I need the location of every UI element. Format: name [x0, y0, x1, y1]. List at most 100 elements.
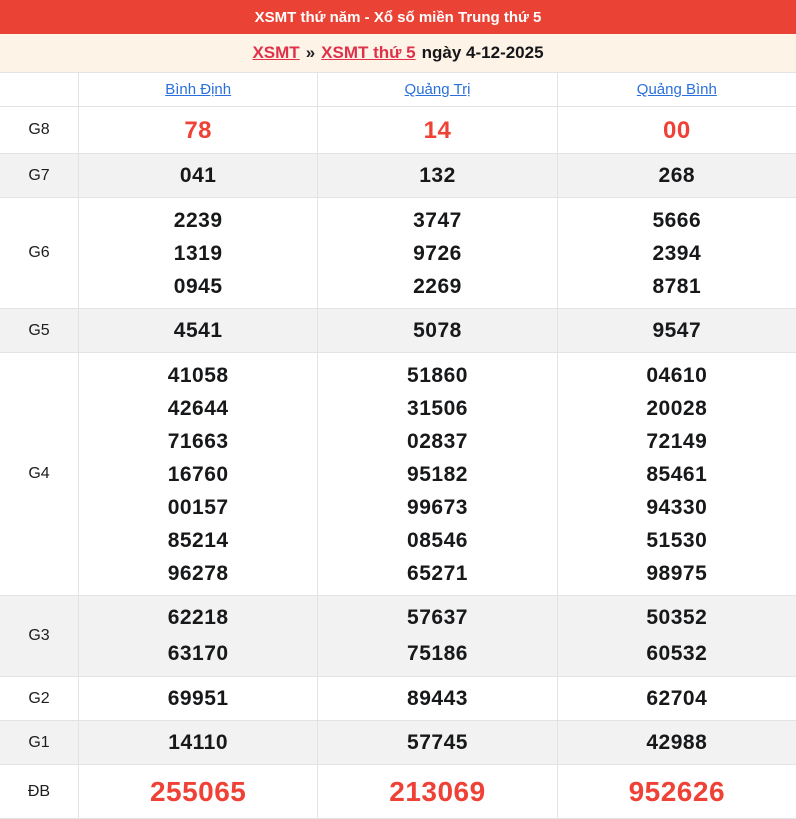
corner-cell: [0, 73, 78, 106]
prize-number: 3747: [413, 208, 462, 232]
breadcrumb-link-xsmt[interactable]: XSMT: [252, 43, 299, 63]
prize-values-cell: 04610 20028 72149 85461 94330 51530 98975: [556, 353, 796, 595]
prize-label: G4: [28, 465, 50, 482]
prize-number: 14: [423, 116, 452, 144]
banner-title: XSMT thứ năm - Xổ số miền Trung thứ 5: [254, 8, 542, 26]
prize-number: 62218: [167, 606, 229, 629]
prize-number: 57745: [407, 731, 468, 754]
prize-values-cell: 3747 9726 2269: [317, 198, 556, 308]
prize-label: G3: [28, 627, 50, 644]
table-header-row: Bình Định Quảng Trị Quảng Bình: [0, 73, 796, 107]
prize-number: 71663: [167, 429, 229, 453]
prize-label: G2: [28, 689, 50, 707]
prize-number: 4541: [173, 319, 223, 342]
prize-values-cell: 62218 63170: [78, 596, 317, 676]
prize-values-cell: 57637 75186: [317, 596, 556, 676]
prize-row-g8: G8 78 14 00: [0, 107, 796, 154]
prize-number: 16760: [167, 462, 229, 486]
prize-number: 51860: [407, 363, 468, 387]
prize-number: 20028: [646, 396, 708, 420]
prize-number: 952626: [628, 775, 726, 807]
prize-values-cell: 952626: [556, 765, 796, 818]
prize-values-cell: 50352 60532: [556, 596, 796, 676]
prize-values-cell: 00: [556, 107, 796, 153]
prize-number: 42988: [646, 731, 708, 754]
prize-number: 51530: [646, 528, 708, 552]
prize-number: 9547: [652, 319, 702, 342]
prize-values-cell: 62704: [556, 677, 796, 720]
prize-number: 89443: [407, 687, 468, 710]
prize-values-cell: 57745: [317, 721, 556, 764]
prize-number: 69951: [167, 687, 229, 710]
prize-row-g6: G6 2239 1319 0945 3747 9726 2269 5666 2394 8781: [0, 198, 796, 309]
province-header-cell: Bình Định: [78, 73, 317, 106]
prize-values-cell: 5078: [317, 309, 556, 352]
prize-row-g2: G2 69951 89443 62704: [0, 677, 796, 721]
prize-number: 85214: [167, 528, 229, 552]
prize-values-cell: 4541: [78, 309, 317, 352]
prize-row-g3: G3 62218 63170 57637 75186 50352 60532: [0, 596, 796, 677]
prize-row-g5: G5 4541 5078 9547: [0, 309, 796, 353]
prize-number: 00: [662, 116, 691, 144]
prize-values-cell: 9547: [556, 309, 796, 352]
prize-values-cell: 69951: [78, 677, 317, 720]
prize-label: ĐB: [27, 782, 51, 800]
prize-number: 2269: [413, 274, 462, 298]
prize-number: 75186: [407, 642, 468, 665]
prize-number: 268: [658, 164, 696, 187]
prize-values-cell: 5666 2394 8781: [556, 198, 796, 308]
prize-values-cell: 14: [317, 107, 556, 153]
prize-row-g7: G7 041 132 268: [0, 154, 796, 198]
prize-number: 42644: [167, 396, 229, 420]
prize-number: 255065: [149, 775, 247, 807]
prize-number: 2394: [652, 241, 702, 265]
prize-row-g4: G4 41058 42644 71663 16760 00157 85214 96278 518…: [0, 353, 796, 596]
breadcrumb-separator: »: [305, 43, 316, 62]
prize-number: 63170: [167, 642, 229, 665]
prize-number: 95182: [407, 462, 468, 486]
prize-number: 62704: [646, 687, 708, 710]
prize-values-cell: 213069: [317, 765, 556, 818]
prize-number: 50352: [646, 606, 708, 629]
prize-number: 99673: [407, 495, 468, 519]
prize-number: 85461: [646, 462, 708, 486]
province-header-cell: Quảng Bình: [556, 73, 796, 106]
prize-number: 98975: [646, 561, 708, 585]
prize-number: 04610: [646, 363, 708, 387]
prize-number: 1319: [173, 241, 223, 265]
prize-number: 41058: [167, 363, 229, 387]
prize-number: 31506: [407, 396, 468, 420]
prize-number: 08546: [407, 528, 468, 552]
prize-number: 94330: [646, 495, 708, 519]
page-banner: XSMT thứ năm - Xổ số miền Trung thứ 5: [0, 0, 796, 34]
prize-number: 57637: [407, 606, 468, 629]
prize-label: G5: [28, 321, 50, 339]
prize-number: 5078: [413, 319, 462, 342]
prize-number: 0945: [173, 274, 223, 298]
province-link[interactable]: Quảng Trị: [405, 81, 471, 98]
prize-row-đb: ĐB 255065 213069 952626: [0, 765, 796, 819]
prize-label: G6: [28, 244, 50, 261]
prize-number: 8781: [652, 274, 702, 298]
prize-number: 213069: [389, 775, 486, 807]
province-header-cell: Quảng Trị: [317, 73, 556, 106]
prize-values-cell: 268: [556, 154, 796, 197]
breadcrumb-date: ngày 4-12-2025: [421, 43, 544, 62]
prize-row-g1: G1 14110 57745 42988: [0, 721, 796, 765]
prize-values-cell: 041: [78, 154, 317, 197]
prize-number: 78: [184, 116, 213, 144]
prize-values-cell: 89443: [317, 677, 556, 720]
breadcrumb-link-xsmt-thu-5[interactable]: XSMT thứ 5: [321, 43, 415, 63]
prize-number: 9726: [413, 241, 462, 265]
province-link[interactable]: Quảng Bình: [637, 81, 717, 98]
prize-number: 96278: [167, 561, 229, 585]
prize-label: G7: [28, 166, 50, 184]
prize-values-cell: 51860 31506 02837 95182 99673 08546 65271: [317, 353, 556, 595]
prize-number: 14110: [168, 731, 229, 754]
prize-number: 132: [419, 164, 456, 187]
prize-number: 02837: [407, 429, 468, 453]
prize-values-cell: 41058 42644 71663 16760 00157 85214 96278: [78, 353, 317, 595]
province-link[interactable]: Bình Định: [165, 81, 231, 98]
prize-number: 5666: [652, 208, 702, 232]
prize-values-cell: 132: [317, 154, 556, 197]
